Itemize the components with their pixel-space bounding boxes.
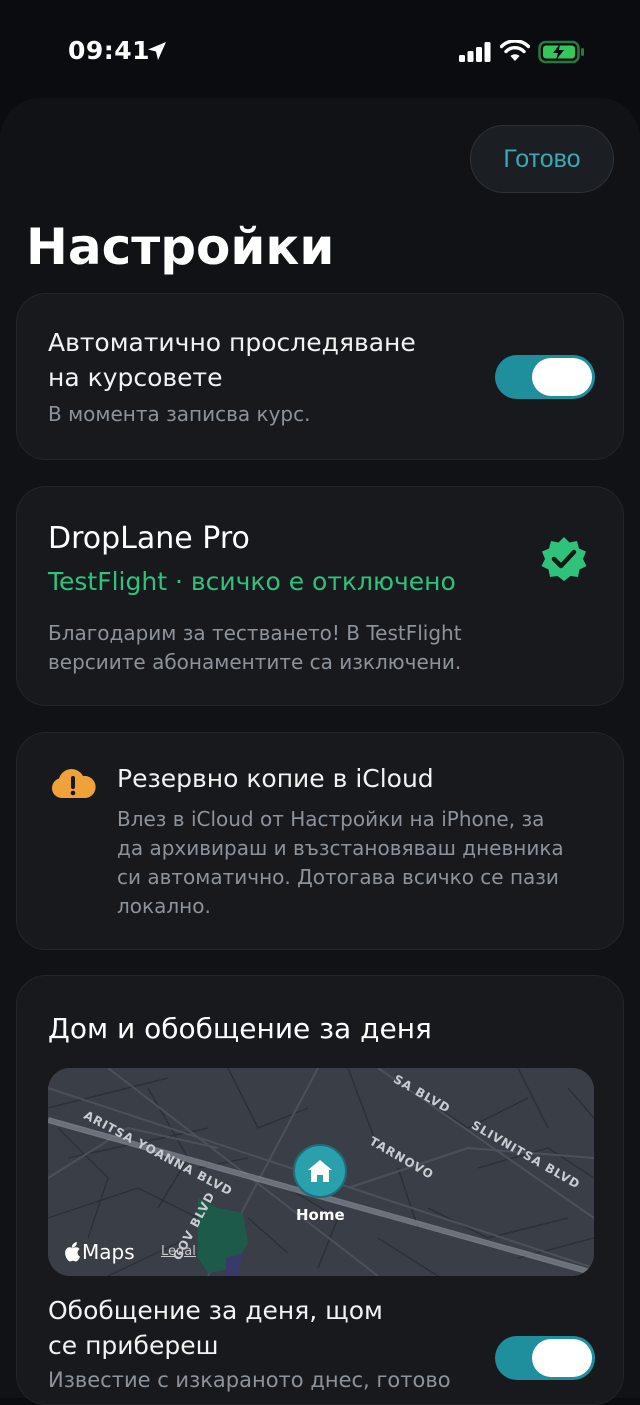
icloud-card: Резервно копие в iCloud Влез в iCloud от… <box>16 732 624 950</box>
home-pin-label: Home <box>296 1206 345 1224</box>
home-summary-card: Дом и обобщение за деня ARITSA YOANNA BL… <box>16 975 624 1405</box>
wifi-icon <box>500 40 530 61</box>
page-title: Настройки <box>26 218 335 276</box>
status-time: 09:41 <box>68 36 151 65</box>
location-arrow-icon <box>148 42 166 60</box>
pro-description: Благодарим за тестването! В TestFlight в… <box>48 621 462 674</box>
day-summary-label: Обобщение за деня, щом се прибереш <box>48 1296 383 1360</box>
legal-link[interactable]: Legal <box>161 1244 196 1259</box>
auto-tracking-toggle[interactable] <box>495 355 595 399</box>
pro-status: TestFlight · всичко е отключено <box>48 567 456 596</box>
auto-tracking-subtitle: В момента записва курс. <box>48 402 311 426</box>
verified-check-badge-icon <box>541 537 587 581</box>
pro-card: DropLane Pro TestFlight · всичко е отклю… <box>16 486 624 706</box>
cloud-warning-icon <box>51 769 96 798</box>
maps-label: Maps <box>82 1240 135 1264</box>
done-button[interactable]: Готово <box>470 125 614 193</box>
status-bar: 09:41 <box>0 0 640 100</box>
home-map[interactable]: ARITSA YOANNA BLVD SA BLVD TARNOVO SLIVN… <box>48 1068 594 1276</box>
pro-title: DropLane Pro <box>48 521 250 556</box>
cellular-signal-icon <box>459 42 491 62</box>
toggle-knob <box>532 1339 592 1377</box>
toggle-knob <box>532 358 592 396</box>
icloud-text: Влез в iCloud от Настройки на iPhone, за… <box>117 807 564 918</box>
house-icon <box>308 1160 332 1182</box>
home-summary-title: Дом и обобщение за деня <box>48 1012 432 1045</box>
auto-tracking-card: Автоматично проследяване на курсовете В … <box>16 293 624 460</box>
day-summary-toggle[interactable] <box>495 1336 595 1380</box>
home-pin[interactable] <box>293 1144 347 1198</box>
auto-tracking-label: Автоматично проследяване на курсовете <box>48 328 416 392</box>
apple-logo-icon <box>65 1242 80 1262</box>
icloud-title: Резервно копие в iCloud <box>117 764 434 793</box>
apple-maps-logo: Maps <box>64 1240 135 1264</box>
battery-charging-icon <box>538 40 584 64</box>
